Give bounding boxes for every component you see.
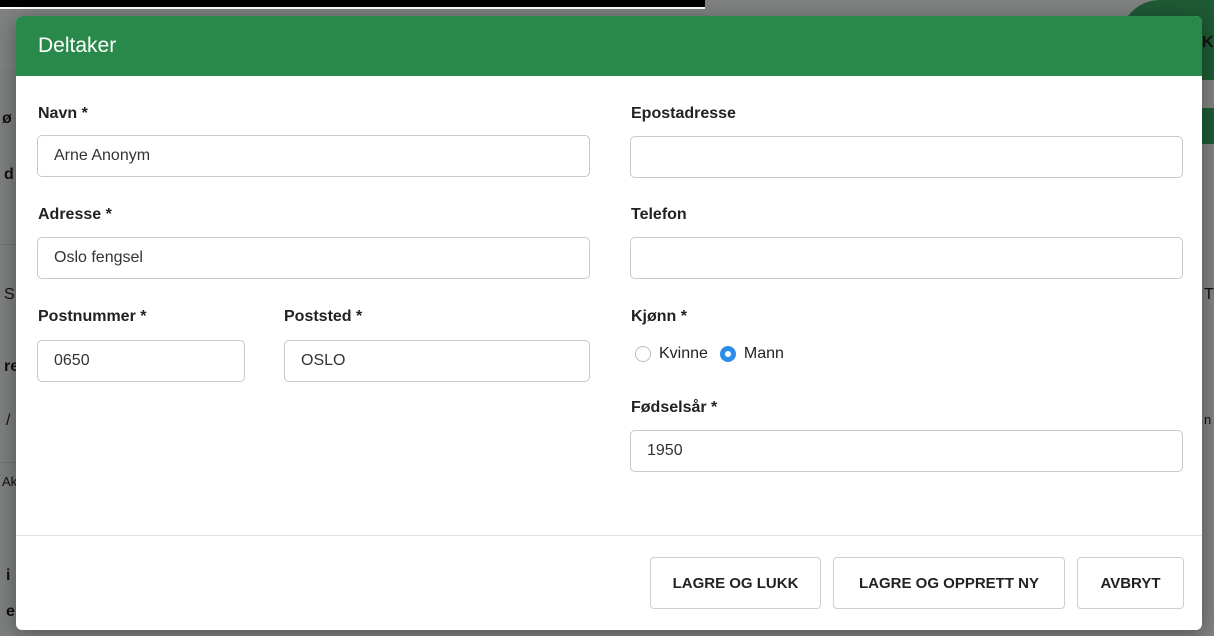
participant-dialog: Deltaker Navn * Adresse * Postnummer * P…: [16, 16, 1202, 630]
birth-year-input[interactable]: [630, 430, 1183, 472]
background-action-letter: K: [1202, 34, 1214, 51]
gender-label: Kjønn *: [631, 308, 687, 325]
background-text: d: [4, 166, 14, 183]
birth-year-label: Fødselsår *: [631, 399, 718, 416]
name-label: Navn *: [38, 105, 88, 122]
background-text: i: [6, 567, 11, 584]
postal-code-input[interactable]: [37, 340, 245, 382]
background-text: /: [6, 412, 11, 429]
phone-label: Telefon: [631, 206, 687, 223]
background-text: T: [1204, 286, 1214, 303]
gender-option-female-label: Kvinne: [659, 345, 708, 362]
background-top-line: [0, 7, 705, 9]
postal-code-label: Postnummer *: [38, 308, 147, 325]
radio-unchecked-icon[interactable]: [635, 346, 651, 362]
background-text: ø: [2, 110, 12, 127]
radio-checked-icon[interactable]: [719, 346, 736, 362]
email-label: Epostadresse: [631, 105, 736, 122]
gender-option-female[interactable]: Kvinne: [635, 345, 708, 363]
phone-input[interactable]: [630, 237, 1183, 279]
dialog-title: Deltaker: [38, 34, 117, 57]
background-top-bar: [0, 0, 705, 7]
address-input[interactable]: [37, 237, 590, 279]
address-label: Adresse *: [38, 206, 112, 223]
background-rule: [0, 244, 16, 245]
gender-option-male-label: Mann: [743, 345, 784, 362]
gender-radio-group: Kvinne Mann: [635, 345, 796, 363]
name-input[interactable]: [37, 135, 590, 177]
email-input[interactable]: [630, 136, 1183, 178]
city-label: Poststed *: [284, 308, 363, 325]
background-rule: [0, 462, 16, 463]
cancel-button[interactable]: AVBRYT: [1077, 557, 1184, 609]
background-text: Ak: [2, 474, 18, 489]
save-and-create-new-button[interactable]: LAGRE OG OPPRETT NY: [833, 557, 1065, 609]
background-text: S: [4, 286, 15, 303]
city-input[interactable]: [284, 340, 590, 382]
gender-option-male[interactable]: Mann: [719, 345, 784, 363]
dialog-footer-divider: [16, 535, 1202, 536]
save-and-close-button[interactable]: LAGRE OG LUKK: [650, 557, 821, 609]
background-text: n: [1204, 412, 1212, 427]
dialog-header: Deltaker: [16, 16, 1202, 76]
background-text: e: [6, 603, 15, 620]
